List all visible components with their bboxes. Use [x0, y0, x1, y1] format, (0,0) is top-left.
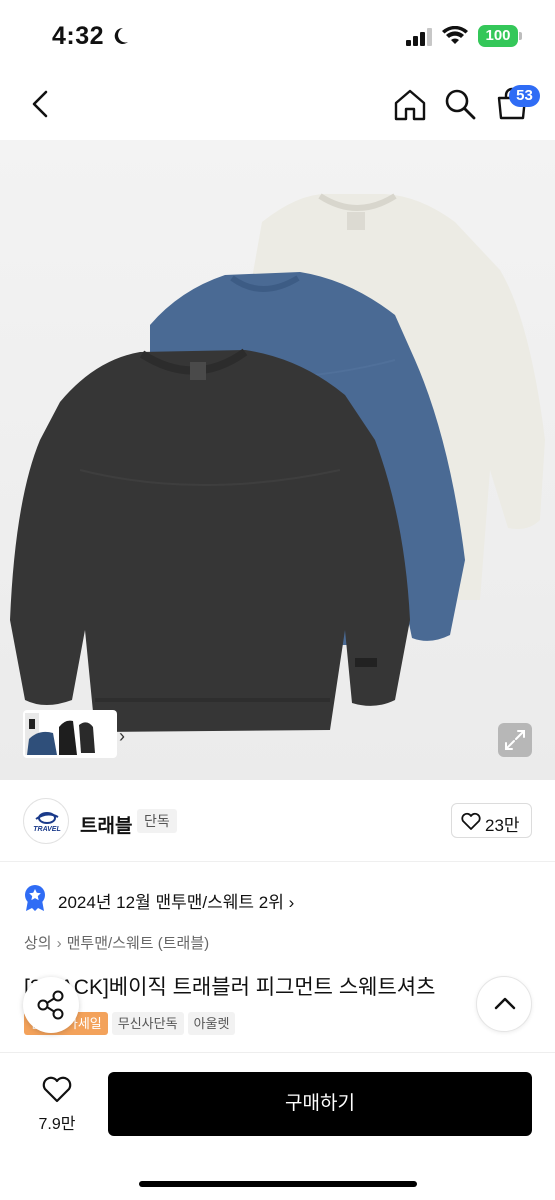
- product-title: [3 PACK]베이직 트래블러 피그먼트 스웨트셔츠: [24, 976, 436, 999]
- home-icon[interactable]: [392, 87, 428, 123]
- chevron-right-icon[interactable]: ›: [119, 726, 125, 747]
- buy-button[interactable]: 구매하기: [108, 1072, 532, 1136]
- battery-indicator: 100: [478, 25, 518, 47]
- wishlist-button[interactable]: 7.9만: [30, 1075, 84, 1135]
- brand-logo[interactable]: TRAVEL: [23, 798, 69, 844]
- home-indicator: [139, 1181, 417, 1187]
- brand-like-button[interactable]: 23만: [451, 803, 532, 838]
- heart-icon: [42, 1076, 72, 1103]
- product-image: [10, 193, 545, 732]
- status-time: 4:32: [52, 22, 105, 50]
- chevron-right-icon: ›: [288, 893, 295, 912]
- brand-like-count: 23만: [485, 816, 520, 835]
- heart-icon: [461, 812, 481, 830]
- ranking-label: 2024년 12월 맨투맨/스웨트 2위: [58, 893, 284, 912]
- breadcrumb-item[interactable]: 맨투맨/스웨트 (트래블): [67, 935, 210, 952]
- chevron-up-icon: [494, 997, 516, 1010]
- top-nav: [0, 70, 555, 140]
- ranking-text: 2024년 12월 맨투맨/스웨트 2위 ›: [58, 888, 294, 913]
- brand-name[interactable]: 트래블: [80, 811, 132, 838]
- svg-text:TRAVEL: TRAVEL: [33, 826, 60, 833]
- thumbnail-image: [25, 713, 95, 755]
- product-image-gallery[interactable]: ›: [0, 140, 555, 780]
- chevron-right-icon: ›: [56, 935, 62, 952]
- expand-icon[interactable]: [498, 723, 532, 757]
- breadcrumb: 상의 › 맨투맨/스웨트 (트래블): [24, 932, 209, 953]
- search-icon[interactable]: [443, 87, 477, 121]
- scroll-top-button[interactable]: [476, 976, 532, 1032]
- share-button[interactable]: [23, 977, 79, 1033]
- back-icon[interactable]: [24, 87, 58, 121]
- breadcrumb-item[interactable]: 상의: [24, 935, 52, 952]
- brand-row: TRAVEL 트래블 단독 23만: [0, 780, 555, 862]
- bottom-action-bar: 7.9만 구매하기: [0, 1052, 555, 1200]
- ranking-badge-icon: [25, 885, 45, 911]
- tag-outlet: 아울렛: [187, 1012, 236, 1035]
- exclusive-badge: 단독: [137, 809, 177, 833]
- moon-icon: [114, 27, 128, 44]
- tag-exclusive: 무신사단독: [111, 1012, 184, 1035]
- brand-logo-mark: TRAVEL: [33, 812, 61, 833]
- thumbnail-strip[interactable]: ›: [23, 710, 125, 758]
- wifi-icon: [442, 26, 468, 44]
- signal-icon: [406, 28, 432, 46]
- battery-tip: [519, 32, 522, 40]
- wishlist-count: 7.9만: [38, 1116, 76, 1133]
- status-bar: 4:32 100: [0, 0, 555, 70]
- share-icon: [37, 990, 64, 1020]
- cart-count-badge: 53: [509, 85, 540, 107]
